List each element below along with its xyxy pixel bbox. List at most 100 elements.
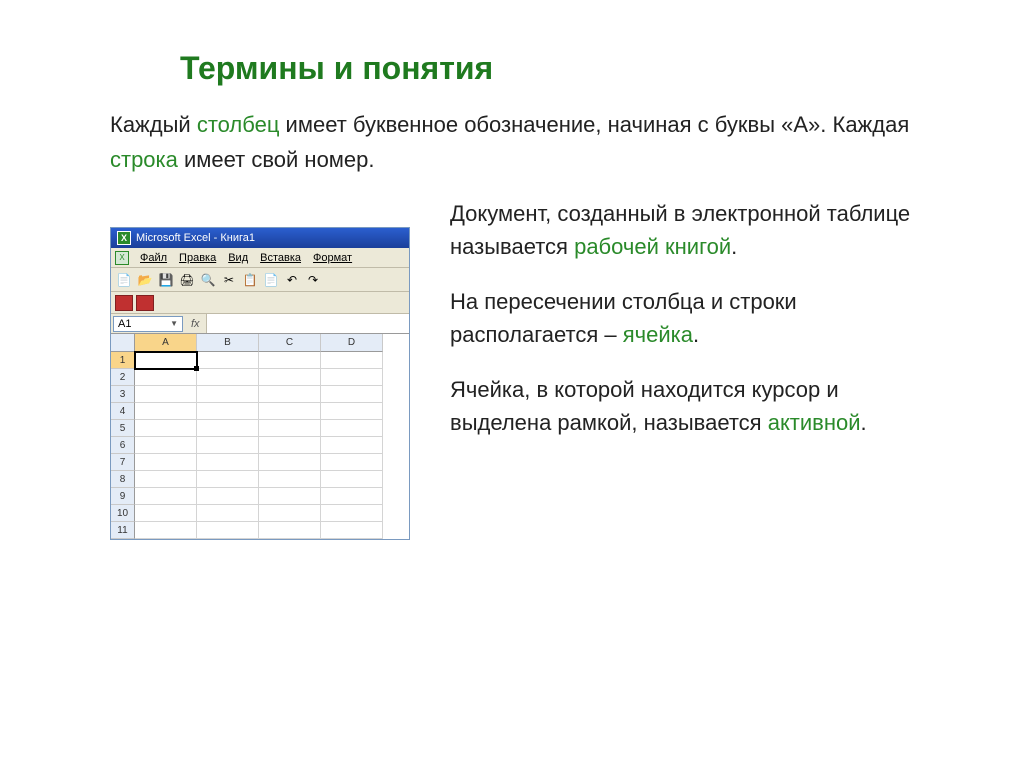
cell[interactable] — [321, 437, 383, 454]
cell[interactable] — [197, 454, 259, 471]
excel-formula-row: A1 ▼ fx — [111, 314, 409, 334]
cell[interactable] — [135, 522, 197, 539]
cut-icon[interactable]: ✂ — [220, 271, 238, 289]
excel-window-title: Microsoft Excel - Книга1 — [136, 232, 255, 244]
cell[interactable] — [321, 522, 383, 539]
p1-highlight-workbook: рабочей книгой — [574, 234, 731, 259]
cell[interactable] — [321, 369, 383, 386]
cell[interactable] — [259, 471, 321, 488]
intro-highlight-column: столбец — [197, 112, 280, 137]
dropdown-icon: ▼ — [170, 319, 178, 328]
menu-format[interactable]: Формат — [308, 250, 357, 266]
cell[interactable] — [197, 403, 259, 420]
cell-a1[interactable] — [135, 352, 197, 369]
row-header-9[interactable]: 9 — [111, 488, 135, 505]
col-header-a[interactable]: A — [135, 334, 197, 352]
cell[interactable] — [135, 488, 197, 505]
preview-icon[interactable]: 🔍 — [199, 271, 217, 289]
menu-insert[interactable]: Вставка — [255, 250, 306, 266]
menu-file[interactable]: Файл — [135, 250, 172, 266]
cell[interactable] — [135, 454, 197, 471]
row-header-6[interactable]: 6 — [111, 437, 135, 454]
cell[interactable] — [259, 386, 321, 403]
excel-toolbar2 — [111, 292, 409, 314]
cell[interactable] — [197, 386, 259, 403]
cell[interactable] — [321, 352, 383, 369]
intro-text-1: Каждый — [110, 112, 197, 137]
cell[interactable] — [197, 471, 259, 488]
col-header-b[interactable]: B — [197, 334, 259, 352]
row-header-5[interactable]: 5 — [111, 420, 135, 437]
copy-icon[interactable]: 📋 — [241, 271, 259, 289]
cell[interactable] — [321, 454, 383, 471]
pdf-icon[interactable] — [115, 295, 133, 311]
menu-edit[interactable]: Правка — [174, 250, 221, 266]
select-all-corner[interactable] — [111, 334, 135, 352]
row-header-10[interactable]: 10 — [111, 505, 135, 522]
open-icon[interactable]: 📂 — [136, 271, 154, 289]
cell[interactable] — [321, 403, 383, 420]
paragraph-workbook: Документ, созданный в электронной таблиц… — [450, 197, 914, 263]
row-header-3[interactable]: 3 — [111, 386, 135, 403]
row-header-7[interactable]: 7 — [111, 454, 135, 471]
col-header-c[interactable]: C — [259, 334, 321, 352]
fx-label[interactable]: fx — [185, 318, 206, 330]
row-header-8[interactable]: 8 — [111, 471, 135, 488]
cell[interactable] — [135, 386, 197, 403]
excel-titlebar: X Microsoft Excel - Книга1 — [111, 228, 409, 248]
row-header-1[interactable]: 1 — [111, 352, 135, 369]
cell[interactable] — [259, 505, 321, 522]
p3-highlight-active: активной — [768, 410, 861, 435]
intro-text-3: имеет свой номер. — [178, 147, 375, 172]
save-icon[interactable]: 💾 — [157, 271, 175, 289]
row-header-11[interactable]: 11 — [111, 522, 135, 539]
cell[interactable] — [197, 505, 259, 522]
cell[interactable] — [321, 488, 383, 505]
cell[interactable] — [259, 352, 321, 369]
cell[interactable] — [197, 437, 259, 454]
paragraph-active: Ячейка, в которой находится курсор и выд… — [450, 373, 914, 439]
cell[interactable] — [259, 437, 321, 454]
pdf-icon-2[interactable] — [136, 295, 154, 311]
new-icon[interactable]: 📄 — [115, 271, 133, 289]
cell[interactable] — [259, 403, 321, 420]
cell[interactable] — [197, 420, 259, 437]
row-header-4[interactable]: 4 — [111, 403, 135, 420]
cell[interactable] — [321, 471, 383, 488]
p1-text-2: . — [731, 234, 737, 259]
undo-icon[interactable]: ↶ — [283, 271, 301, 289]
cell[interactable] — [135, 369, 197, 386]
print-icon[interactable]: 🖨 — [178, 271, 196, 289]
cell[interactable] — [135, 403, 197, 420]
redo-icon[interactable]: ↷ — [304, 271, 322, 289]
cell[interactable] — [259, 454, 321, 471]
cell[interactable] — [321, 420, 383, 437]
cell[interactable] — [259, 420, 321, 437]
excel-doc-icon: X — [115, 251, 129, 265]
excel-app-icon: X — [117, 231, 131, 245]
cell[interactable] — [135, 471, 197, 488]
cell[interactable] — [197, 369, 259, 386]
cell[interactable] — [197, 522, 259, 539]
cell[interactable] — [197, 488, 259, 505]
cell[interactable] — [321, 386, 383, 403]
cell[interactable] — [135, 505, 197, 522]
formula-bar[interactable] — [206, 314, 409, 333]
cell[interactable] — [135, 437, 197, 454]
name-box[interactable]: A1 ▼ — [113, 316, 183, 332]
cell[interactable] — [321, 505, 383, 522]
cell[interactable] — [197, 352, 259, 369]
cell[interactable] — [259, 522, 321, 539]
p3-text-2: . — [861, 410, 867, 435]
p2-highlight-cell: ячейка — [623, 322, 693, 347]
p2-text-2: . — [693, 322, 699, 347]
cell[interactable] — [259, 488, 321, 505]
paste-icon[interactable]: 📄 — [262, 271, 280, 289]
cell[interactable] — [135, 420, 197, 437]
excel-grid: 1 2 3 4 5 6 7 8 9 10 11 A B C — [111, 334, 409, 539]
page-title: Термины и понятия — [180, 50, 914, 87]
col-header-d[interactable]: D — [321, 334, 383, 352]
row-header-2[interactable]: 2 — [111, 369, 135, 386]
menu-view[interactable]: Вид — [223, 250, 253, 266]
cell[interactable] — [259, 369, 321, 386]
